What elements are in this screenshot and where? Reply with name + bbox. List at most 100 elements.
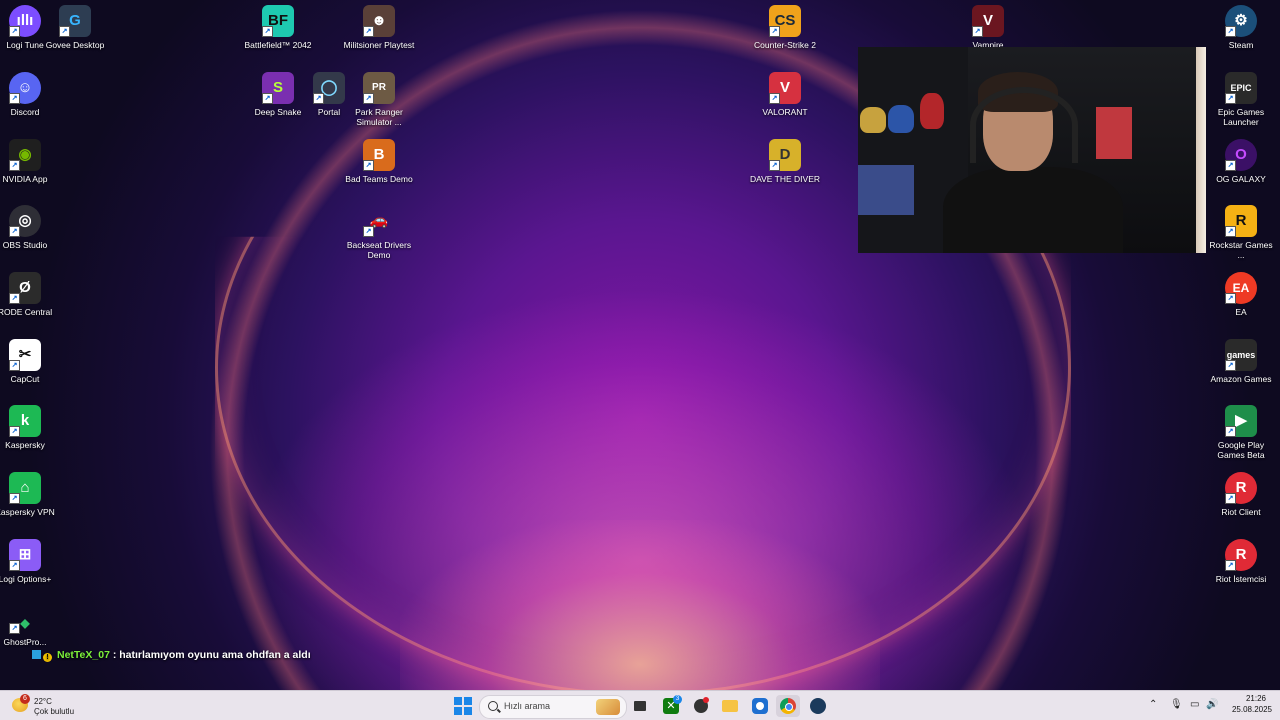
desktop-icon-nvidia[interactable]: ◉ ↗ NVIDIA App	[0, 139, 61, 184]
desktop-icon-ea[interactable]: EA ↗ EA	[1205, 272, 1277, 317]
file-explorer-icon[interactable]	[718, 695, 742, 717]
icon-label: Govee Desktop	[45, 40, 105, 50]
display-icon[interactable]: ▭	[1190, 699, 1199, 710]
icon-label: NVIDIA App	[2, 174, 48, 184]
wall-poster	[1096, 107, 1132, 159]
shortcut-arrow-icon: ↗	[363, 93, 374, 104]
shortcut-arrow-icon: ↗	[1225, 560, 1236, 571]
weather-widget[interactable]: 6 22°C Çok bulutlu	[10, 694, 90, 718]
gog-galaxy-icon: O ↗	[1225, 139, 1257, 171]
desktop-icon-kaspersky[interactable]: k ↗ Kaspersky	[0, 405, 61, 450]
shortcut-arrow-icon: ↗	[769, 160, 780, 171]
search-placeholder: Hızlı arama	[504, 701, 551, 711]
portal-icon: ◯ ↗	[313, 72, 345, 104]
shortcut-arrow-icon: ↗	[59, 26, 70, 37]
riot-istemcisi-icon: R ↗	[1225, 539, 1257, 571]
shortcut-arrow-icon: ↗	[9, 623, 20, 634]
icon-label: OG GALAXY	[1216, 174, 1266, 184]
discord-icon: ☺ ↗	[9, 72, 41, 104]
icon-label: CapCut	[10, 374, 40, 384]
desktop-icon-riot-client[interactable]: R ↗ Riot Client	[1205, 472, 1277, 517]
desktop-icon-backseat-drivers[interactable]: 🚗 ↗ Backseat Drivers Demo	[343, 205, 415, 260]
shortcut-arrow-icon: ↗	[9, 26, 20, 37]
riot-client-icon: R ↗	[1225, 472, 1257, 504]
desktop-icon-rode-central[interactable]: Ø ↗ RODE Central	[0, 272, 61, 317]
desktop-icon-rockstar[interactable]: R ↗ Rockstar Games ...	[1205, 205, 1277, 260]
shortcut-arrow-icon: ↗	[9, 93, 20, 104]
desktop-icon-battlefield[interactable]: BF ↗ Battlefield™ 2042	[242, 5, 314, 50]
desktop-icon-valorant[interactable]: V ↗ VALORANT	[749, 72, 821, 117]
shortcut-arrow-icon: ↗	[9, 226, 20, 237]
shortcut-arrow-icon: ↗	[1225, 360, 1236, 371]
desktop-icon-dave-the-diver[interactable]: D ↗ DAVE THE DIVER	[749, 139, 821, 184]
google-play-games-icon: ▶ ↗	[1225, 405, 1257, 437]
xbox-badge: 3	[673, 695, 682, 704]
battlefield-icon: BF ↗	[262, 5, 294, 37]
task-view-icon[interactable]	[628, 695, 652, 717]
shortcut-arrow-icon: ↗	[1225, 493, 1236, 504]
shortcut-arrow-icon: ↗	[9, 560, 20, 571]
icon-label: Steam	[1228, 40, 1254, 50]
search-highlight-image	[596, 699, 620, 715]
shortcut-arrow-icon: ↗	[363, 226, 374, 237]
bad-teams-icon: B ↗	[363, 139, 395, 171]
desktop-icon-logi-options[interactable]: ⊞ ↗ Logi Options+	[0, 539, 61, 584]
chat-badge-icon	[32, 650, 41, 659]
weather-temp: 22°C	[34, 697, 52, 706]
ea-icon: EA ↗	[1225, 272, 1257, 304]
icon-label: Google Play Games Beta	[1217, 440, 1265, 460]
ghostpro-icon: ◆ ↗	[9, 612, 41, 634]
desktop-icon-kaspersky-vpn[interactable]: ⌂ ↗ Kaspersky VPN	[0, 472, 61, 517]
volume-icon[interactable]: 🔊	[1206, 699, 1218, 710]
icon-label: Logi Options+	[0, 574, 52, 584]
nvidia-icon: ◉ ↗	[9, 139, 41, 171]
park-ranger-icon: PR ↗	[363, 72, 395, 104]
tray-chevron-icon[interactable]: ⌃	[1149, 699, 1157, 710]
icon-label: DAVE THE DIVER	[749, 174, 821, 184]
capcut-icon: ✂ ↗	[9, 339, 41, 371]
start-menu-icon[interactable]	[454, 697, 472, 715]
valorant-icon: V ↗	[769, 72, 801, 104]
shortcut-arrow-icon: ↗	[1225, 26, 1236, 37]
desktop-icon-riot-istemcisi[interactable]: R ↗ Riot İstemcisi	[1205, 539, 1277, 584]
desktop-icon-google-play-games[interactable]: ▶ ↗ Google Play Games Beta	[1205, 405, 1277, 460]
desktop-icon-militsioner[interactable]: ☻ ↗ Militsioner Playtest	[343, 5, 415, 50]
rode-central-icon: Ø ↗	[9, 272, 41, 304]
desktop-icon-ghostpro[interactable]: ◆ ↗ GhostPro...	[0, 612, 61, 647]
clock-date[interactable]: 25.08.2025	[1226, 705, 1278, 714]
desktop-icon-vampire[interactable]: V ↗ Vampire	[952, 5, 1024, 50]
logi-tune-icon: ıllı ↗	[9, 5, 41, 37]
desktop-icon-discord[interactable]: ☺ ↗ Discord	[0, 72, 61, 117]
shortcut-arrow-icon: ↗	[1225, 93, 1236, 104]
microphone-icon[interactable]: 🎙	[1170, 699, 1183, 710]
desktop-icon-steam[interactable]: ⚙ ↗ Steam	[1205, 5, 1277, 50]
desktop-icon-gog-galaxy[interactable]: O ↗ OG GALAXY	[1205, 139, 1277, 184]
desktop-icon-govee[interactable]: G ↗ Govee Desktop	[39, 5, 111, 50]
desktop-icon-obs[interactable]: ◎ ↗ OBS Studio	[0, 205, 61, 250]
desktop-icon-amazon-games[interactable]: games ↗ Amazon Games	[1205, 339, 1277, 384]
desktop-icon-epic-games[interactable]: EPIC ↗ Epic Games Launcher	[1205, 72, 1277, 127]
icon-label: Riot İstemcisi	[1215, 574, 1267, 584]
icon-label: GhostPro...	[3, 637, 47, 647]
chrome-icon[interactable]	[776, 695, 800, 717]
shortcut-arrow-icon: ↗	[363, 26, 374, 37]
clock-time[interactable]: 21:26	[1236, 694, 1276, 703]
shortcut-arrow-icon: ↗	[9, 293, 20, 304]
steam-taskbar-icon[interactable]	[806, 695, 830, 717]
snipping-tool-icon[interactable]	[748, 695, 772, 717]
desktop-icon-park-ranger[interactable]: PR ↗ Park Ranger Simulator ...	[343, 72, 415, 127]
search-box[interactable]: Hızlı arama	[479, 695, 627, 719]
icon-label: Battlefield™ 2042	[244, 40, 312, 50]
app-icon[interactable]	[689, 695, 713, 717]
icon-label: Kaspersky VPN	[0, 507, 55, 517]
shortcut-arrow-icon: ↗	[262, 93, 273, 104]
desktop-icon-bad-teams[interactable]: B ↗ Bad Teams Demo	[343, 139, 415, 184]
desktop-icon-counter-strike[interactable]: CS ↗ Counter-Strike 2	[749, 5, 821, 50]
chat-level-badge: !	[43, 653, 52, 662]
xbox-icon[interactable]: ✕ 3	[659, 695, 683, 717]
militsioner-icon: ☻ ↗	[363, 5, 395, 37]
epic-games-icon: EPIC ↗	[1225, 72, 1257, 104]
icon-label: Counter-Strike 2	[754, 40, 816, 50]
deep-snake-icon: S ↗	[262, 72, 294, 104]
desktop-icon-capcut[interactable]: ✂ ↗ CapCut	[0, 339, 61, 384]
